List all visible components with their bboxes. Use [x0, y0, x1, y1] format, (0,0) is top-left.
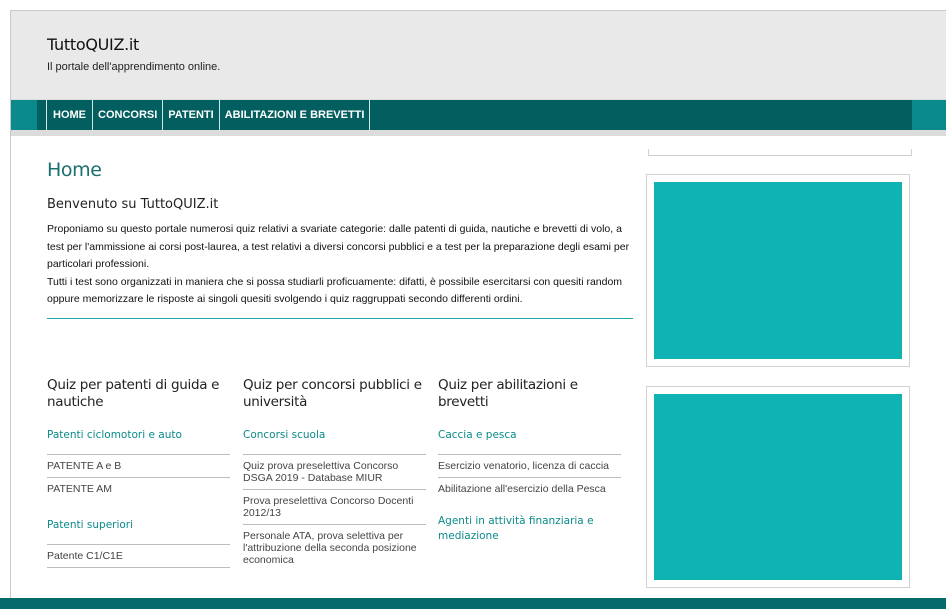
- page-frame: TuttoQUIZ.it Il portale dell'apprendimen…: [10, 10, 946, 609]
- list-item[interactable]: Esercizio venatorio, licenza di caccia: [438, 455, 621, 478]
- main-content: Home Benvenuto su TuttoQUIZ.it Proponiam…: [47, 141, 633, 568]
- category-title[interactable]: Agenti in attività finanziaria e mediazi…: [438, 514, 621, 544]
- column-concorsi: Quiz per concorsi pubblici e università …: [243, 377, 426, 571]
- main-navbar: HOME CONCORSI PATENTI ABILITAZIONI E BRE…: [11, 100, 946, 130]
- list-item[interactable]: Personale ATA, prova selettiva per l'att…: [243, 525, 426, 571]
- page-title: Home: [47, 159, 102, 181]
- list-item[interactable]: Prova preselettiva Concorso Docenti 2012…: [243, 490, 426, 525]
- category-title[interactable]: Concorsi scuola: [243, 429, 426, 441]
- column-heading: Quiz per abilitazioni e brevetti: [438, 377, 578, 410]
- site-tagline: Il portale dell'apprendimento online.: [47, 61, 221, 73]
- intro-divider: [47, 317, 633, 319]
- column-abilitazioni: Quiz per abilitazioni e brevetti Caccia …: [438, 377, 621, 544]
- list-item[interactable]: Patente C1/C1E: [47, 545, 230, 568]
- column-heading: Quiz per patenti di guida e nautiche: [47, 377, 220, 410]
- column-heading: Quiz per concorsi pubblici e università: [243, 377, 422, 410]
- ad-banner[interactable]: [654, 394, 902, 580]
- sidebar-ad-1[interactable]: [646, 174, 910, 367]
- intro-text: Proponiamo su questo portale numerosi qu…: [47, 221, 633, 309]
- nav-item-home[interactable]: HOME: [47, 100, 93, 130]
- sidebar-ad-2[interactable]: [646, 386, 910, 588]
- ad-banner[interactable]: [654, 182, 902, 359]
- intro-paragraph-2: Tutti i test sono organizzati in maniera…: [47, 275, 623, 306]
- category-title[interactable]: Caccia e pesca: [438, 429, 621, 441]
- column-patenti: Quiz per patenti di guida e nautiche Pat…: [47, 377, 230, 568]
- list-item[interactable]: PATENTE A e B: [47, 455, 230, 478]
- list-item[interactable]: PATENTE AM: [47, 478, 230, 500]
- nav-item-abilitazioni[interactable]: ABILITAZIONI E BREVETTI: [220, 100, 371, 130]
- site-header: TuttoQUIZ.it Il portale dell'apprendimen…: [11, 11, 946, 100]
- category-title[interactable]: Patenti ciclomotori e auto: [47, 429, 230, 441]
- footer-bar: [0, 598, 946, 609]
- welcome-heading: Benvenuto su TuttoQUIZ.it: [47, 197, 219, 212]
- intro-paragraph-1: Proponiamo su questo portale numerosi qu…: [47, 223, 630, 270]
- list-item[interactable]: Abilitazione all'esercizio della Pesca: [438, 478, 621, 500]
- nav-menu: HOME CONCORSI PATENTI ABILITAZIONI E BRE…: [46, 100, 371, 130]
- navbar-shadow: [11, 130, 946, 136]
- site-title[interactable]: TuttoQUIZ.it: [47, 35, 139, 54]
- list-item[interactable]: Quiz prova preselettiva Concorso DSGA 20…: [243, 455, 426, 490]
- nav-item-concorsi[interactable]: CONCORSI: [93, 100, 164, 130]
- navbar-inner: HOME CONCORSI PATENTI ABILITAZIONI E BRE…: [37, 100, 912, 130]
- category-title[interactable]: Patenti superiori: [47, 519, 230, 531]
- sidebar-widget-top: [648, 149, 912, 156]
- nav-item-patenti[interactable]: PATENTI: [163, 100, 220, 130]
